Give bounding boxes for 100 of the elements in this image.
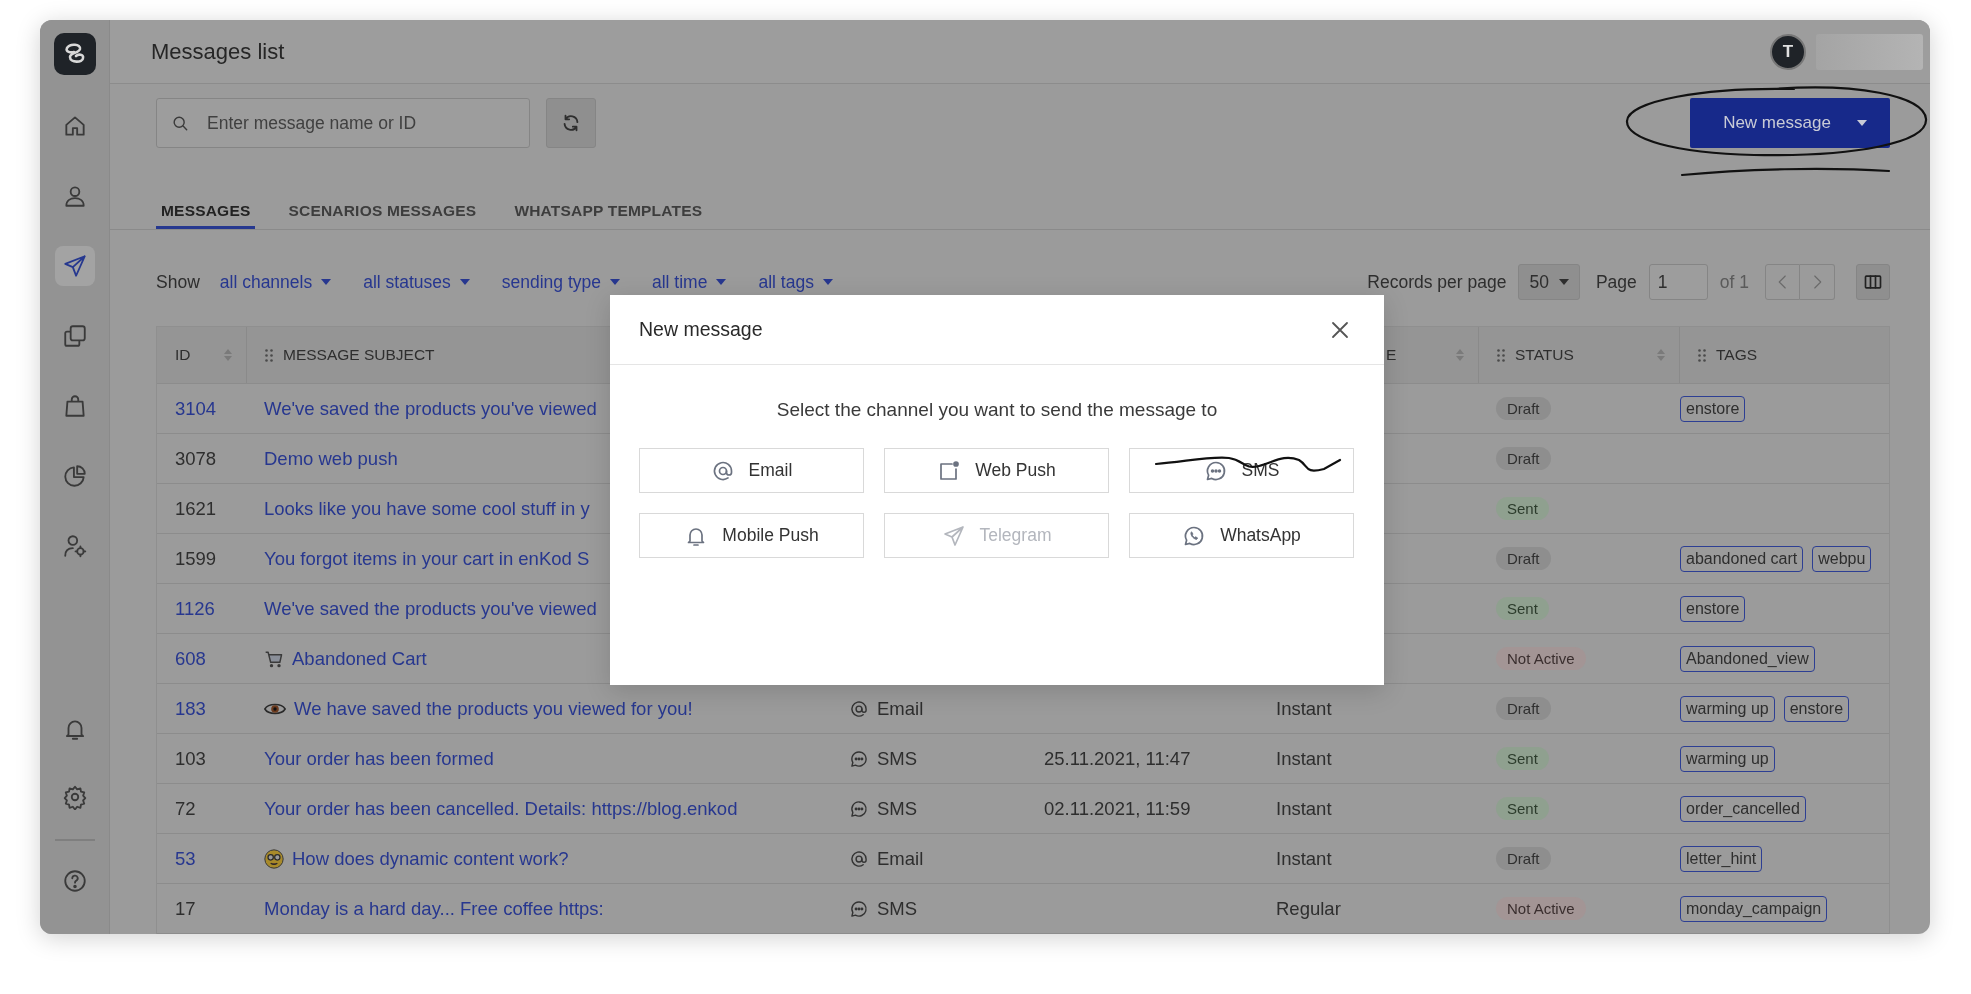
channel-option[interactable]: Email	[639, 448, 864, 493]
channel-label: SMS	[877, 747, 918, 770]
sending-type-cell-text: Instant	[1275, 797, 1333, 820]
browser-window-icon	[937, 458, 962, 483]
drag-handle-icon[interactable]	[1497, 348, 1505, 362]
tag[interactable]: letter_hint	[1680, 845, 1763, 872]
tag[interactable]: Abandoned_view	[1680, 645, 1815, 672]
channel-option[interactable]: Mobile Push	[639, 513, 864, 558]
message-id[interactable]: 1126	[157, 597, 246, 620]
column-settings-button[interactable]	[1856, 264, 1890, 301]
settings-icon	[61, 784, 88, 810]
copy-icon	[61, 323, 88, 349]
help-icon	[61, 868, 88, 894]
page-title: Messages list	[151, 38, 285, 65]
chat-bubble-icon	[849, 898, 869, 919]
tag[interactable]: warming up	[1680, 695, 1775, 722]
message-id[interactable]: 53	[157, 847, 246, 870]
status-badge: Not Active	[1496, 897, 1586, 920]
drag-handle-icon[interactable]	[265, 348, 273, 362]
tag[interactable]: enstore	[1680, 395, 1746, 422]
chat-bubble-icon	[849, 798, 869, 819]
column-header[interactable]: TAGS	[1679, 327, 1889, 383]
logo[interactable]	[53, 33, 96, 75]
tab[interactable]: MESSAGES	[156, 188, 256, 230]
message-id: 103	[174, 747, 207, 770]
status-badge: Draft	[1496, 397, 1551, 420]
message-subject-link[interactable]: Looks like you have some cool stuff in y	[264, 497, 590, 520]
message-id: 72	[174, 797, 197, 820]
status-badge: Draft	[1496, 547, 1551, 570]
tag[interactable]: enstore	[1783, 695, 1850, 722]
caret-icon	[1558, 279, 1569, 286]
tab[interactable]: WHATSAPP TEMPLATES	[509, 188, 708, 230]
date-cell-text: 02.11.2021, 11:59	[1043, 797, 1192, 820]
sort-icon	[1456, 348, 1464, 362]
face-icon	[264, 848, 284, 869]
column-header[interactable]: ID	[157, 327, 246, 383]
tag[interactable]: enstore	[1680, 595, 1746, 622]
message-id[interactable]: 3104	[157, 397, 246, 420]
new-message-button[interactable]: New message	[1690, 98, 1890, 149]
message-subject-link[interactable]: We have saved the products you viewed for you!	[294, 697, 693, 720]
tag[interactable]: warming up	[1680, 745, 1775, 772]
filter-dropdown[interactable]: sending type	[501, 271, 620, 293]
caret-icon	[321, 279, 332, 286]
caret-icon	[1856, 120, 1867, 127]
message-id: 17	[174, 897, 197, 920]
records-per-page-label: Records per page	[1367, 271, 1507, 293]
pie-chart-icon	[61, 463, 88, 489]
message-subject-link[interactable]: We've saved the products you've viewed	[264, 397, 597, 420]
dialog-prompt: Select the channel you want to send the message to	[775, 399, 1219, 421]
search-field[interactable]: Enter message name or ID	[156, 98, 530, 149]
channel-option[interactable]: SMS	[1129, 448, 1354, 493]
status-badge: Sent	[1496, 597, 1549, 620]
status-badge: Sent	[1496, 497, 1549, 520]
tag[interactable]: monday_campaign	[1680, 895, 1828, 922]
message-subject-link[interactable]: How does dynamic content work?	[292, 847, 569, 870]
channel-label: SMS	[877, 897, 918, 920]
sending-type-cell-text: Instant	[1275, 697, 1333, 720]
page-count: of 1	[1719, 271, 1749, 293]
message-subject-link[interactable]: Demo web push	[264, 447, 398, 470]
per-page-select[interactable]: 50	[1518, 264, 1580, 301]
filter-dropdown[interactable]: all statuses	[363, 271, 470, 293]
page-input[interactable]: 1	[1648, 264, 1708, 301]
refresh-button[interactable]	[546, 98, 596, 149]
at-sign-icon	[849, 698, 869, 719]
channel-label: SMS	[877, 797, 918, 820]
user-avatar[interactable]: T	[1770, 33, 1806, 70]
message-subject-link[interactable]: Monday is a hard day... Free coffee https:	[264, 897, 604, 920]
caret-icon	[822, 279, 833, 286]
message-subject-link[interactable]: We've saved the products you've viewed	[264, 597, 597, 620]
user-gear-icon	[61, 533, 88, 559]
drag-handle-icon[interactable]	[1698, 348, 1706, 362]
channel-option[interactable]: WhatsApp	[1129, 513, 1354, 558]
tag[interactable]: webpu	[1812, 545, 1872, 572]
message-id[interactable]: 183	[157, 697, 246, 720]
sending-type-cell-text: Regular	[1275, 897, 1342, 920]
tab[interactable]: SCENARIOS MESSAGES	[283, 188, 482, 230]
channel-label: Email	[877, 847, 924, 870]
filter-dropdown[interactable]: all channels	[219, 271, 332, 293]
filter-dropdown[interactable]: all time	[652, 271, 727, 293]
paper-plane-icon	[941, 523, 966, 548]
channel-label: Email	[877, 697, 924, 720]
sort-icon	[224, 348, 232, 362]
sidebar-item[interactable]	[54, 246, 95, 286]
sort-icon	[1657, 348, 1665, 362]
status-badge: Not Active	[1496, 647, 1586, 670]
status-badge: Draft	[1496, 447, 1551, 470]
sending-type-cell-text: Instant	[1275, 747, 1333, 770]
message-subject-link[interactable]: You forgot items in your cart in enKod S	[264, 547, 590, 570]
filter-dropdown[interactable]: all tags	[758, 271, 833, 293]
column-header[interactable]: STATUS	[1478, 327, 1679, 383]
column-header[interactable]: E	[1258, 327, 1478, 383]
message-id[interactable]: 608	[157, 647, 246, 670]
tag[interactable]: order_cancelled	[1680, 795, 1806, 822]
tag[interactable]: abandoned cart	[1680, 545, 1804, 572]
sending-type-cell-text: Instant	[1275, 847, 1333, 870]
message-subject-link[interactable]: Your order has been formed	[264, 747, 494, 770]
status-badge: Sent	[1496, 797, 1549, 820]
message-subject-link[interactable]: Abandoned Cart	[292, 647, 427, 670]
channel-option[interactable]: Web Push	[884, 448, 1109, 493]
message-subject-link[interactable]: Your order has been cancelled. Details: https://blog.enkod	[264, 797, 738, 820]
